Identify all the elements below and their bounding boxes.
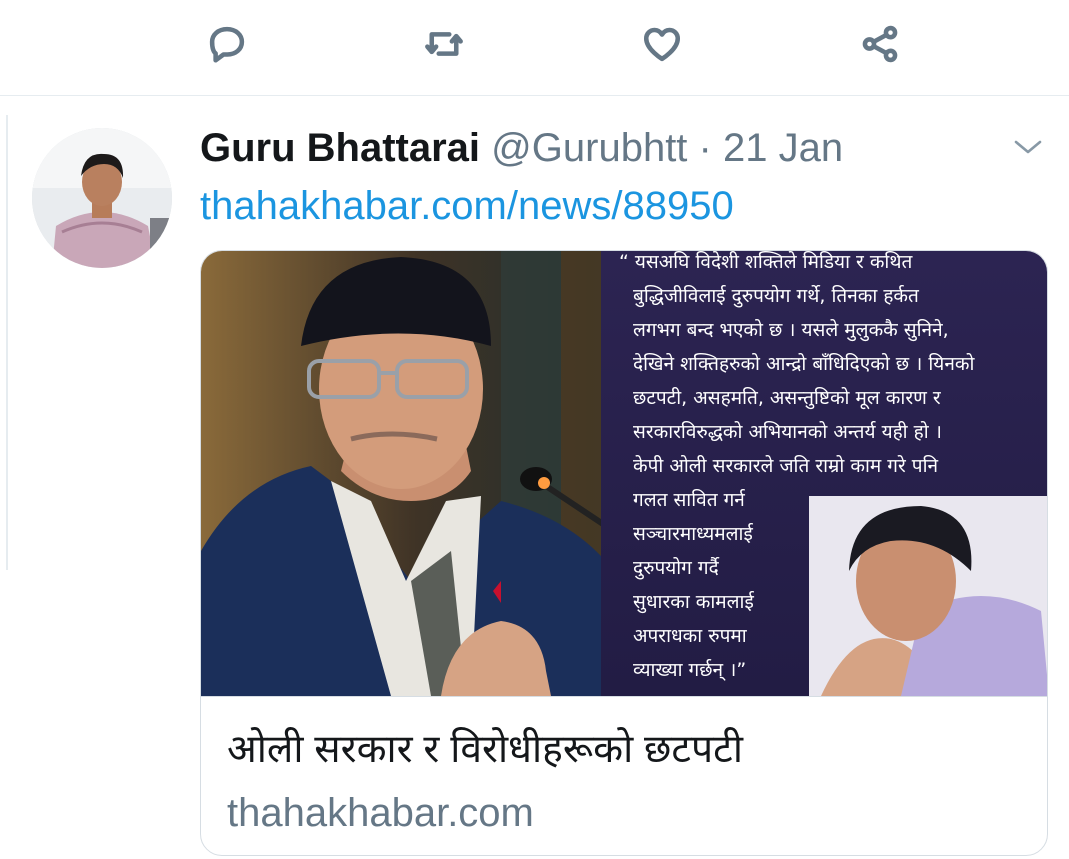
tweet-date[interactable]: 21 Jan [723, 126, 843, 170]
quote-line: व्याख्या गर्छन् ।” [633, 659, 747, 681]
quote-line: देखिने शक्तिहरुको आन्द्रो बाँधिदिएको छ ।… [633, 353, 975, 375]
retweet-button[interactable] [422, 22, 466, 66]
quote-line: बुद्धिजीविलाई दुरुपयोग गर्थे, तिनका हर्क… [633, 285, 919, 307]
tweet-actions-bar [0, 0, 1069, 96]
quote-line: “ यसअघि विदेशी शक्तिले मिडिया र कथित [619, 251, 913, 273]
avatar[interactable] [32, 128, 172, 268]
quote-line: छटपटी, असहमति, असन्तुष्टिको मूल कारण र [633, 387, 941, 409]
quote-line: केपी ओली सरकारले जति राम्रो काम गरे पनि [633, 455, 939, 477]
header-separator: · [698, 126, 712, 170]
retweet-icon [425, 32, 463, 56]
card-image[interactable]: “ यसअघि विदेशी शक्तिले मिडिया र कथित बुद… [201, 251, 1047, 696]
quote-line: गलत सावित गर्न [633, 489, 745, 511]
thread-connector-line [6, 115, 11, 570]
quote-line: सुधारका कामलाई [633, 591, 754, 613]
card-title[interactable]: ओली सरकार र विरोधीहरूको छटपटी [227, 724, 743, 776]
quote-line: अपराधका रुपमा [633, 625, 747, 647]
user-handle[interactable]: @Gurubhtt [491, 126, 687, 170]
avatar-photo [32, 128, 172, 268]
card-domain[interactable]: thahakhabar.com [227, 787, 534, 839]
link-card[interactable]: “ यसअघि विदेशी शक्तिले मिडिया र कथित बुद… [200, 250, 1048, 856]
tweet-link[interactable]: thahakhabar.com/news/88950 [200, 180, 734, 232]
tweet-menu-button[interactable] [1008, 132, 1048, 162]
like-button[interactable] [640, 22, 684, 66]
reply-button[interactable] [205, 22, 249, 66]
tweet-header: Guru Bhattarai @Gurubhtt · 21 Jan [200, 122, 843, 174]
quote-line: सरकारविरुद्धको अभियानको अन्तर्य यही हो । [633, 421, 942, 443]
card-divider [201, 696, 1047, 697]
share-button[interactable] [858, 22, 902, 66]
display-name[interactable]: Guru Bhattarai [200, 126, 480, 170]
reply-icon [209, 26, 245, 63]
tweet-thread: Guru Bhattarai @Gurubhtt · 21 Jan thahak… [0, 0, 1069, 859]
heart-icon [643, 27, 681, 62]
quote-line: लगभग बन्द भएको छ । यसले मुलुककै सुनिने, [633, 319, 949, 341]
chevron-down-icon [1014, 140, 1042, 154]
share-icon [862, 25, 898, 63]
quote-line: दुरुपयोग गर्दै [633, 557, 719, 579]
quote-line: सञ्चारमाध्यमलाई [633, 523, 753, 545]
